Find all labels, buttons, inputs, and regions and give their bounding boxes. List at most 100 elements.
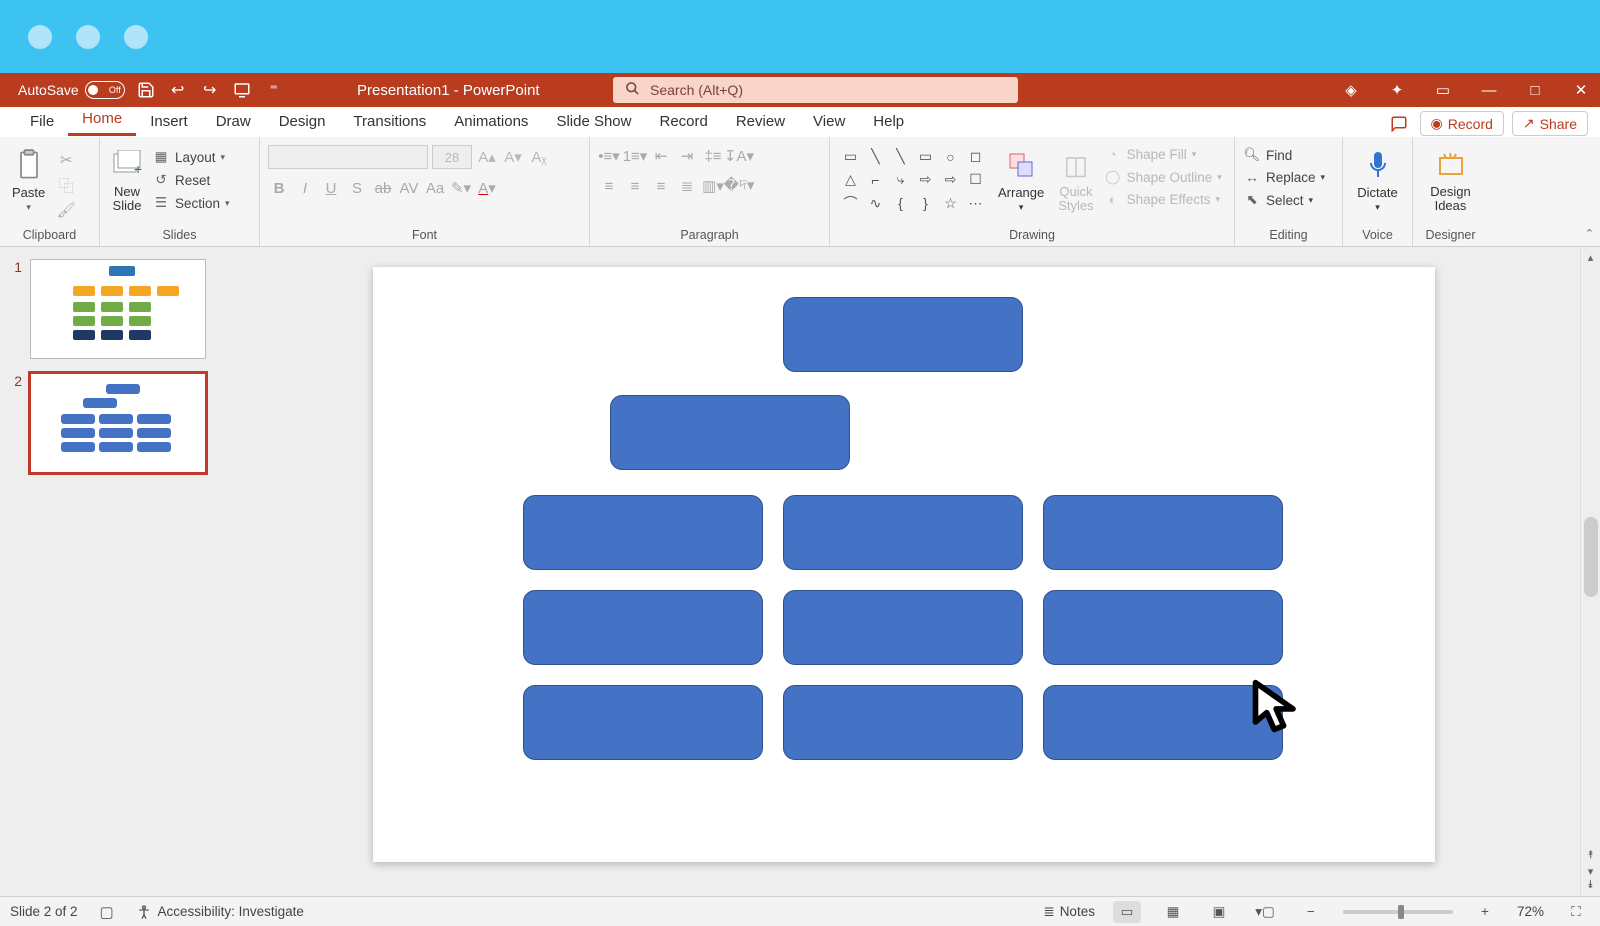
shape-r4c2[interactable] xyxy=(783,590,1023,665)
dictate-button[interactable]: Dictate▾ xyxy=(1353,145,1401,215)
shape-r4c3[interactable] xyxy=(1043,590,1283,665)
accessibility-status[interactable]: Accessibility: Investigate xyxy=(136,904,304,920)
font-color-icon[interactable]: A▾ xyxy=(476,177,498,199)
select-button[interactable]: ⬉Select▾ xyxy=(1243,190,1325,210)
text-direction-icon[interactable]: ↧A▾ xyxy=(728,145,750,167)
redo-icon[interactable]: ↪︎ xyxy=(199,79,221,101)
tab-transitions[interactable]: Transitions xyxy=(339,109,440,136)
italic-icon[interactable]: I xyxy=(294,177,316,199)
slide-counter[interactable]: Slide 2 of 2 xyxy=(10,904,78,919)
notes-button[interactable]: ≣Notes xyxy=(1043,904,1095,920)
shape-outline-button[interactable]: ◯Shape Outline▾ xyxy=(1104,167,1222,187)
window-minimize-dot[interactable] xyxy=(76,25,100,49)
fit-to-window-icon[interactable]: ⛶ xyxy=(1562,901,1590,923)
shapes-gallery[interactable]: ▭╲╲▭○◻ △⌐⤷⇨⇨☐ ⌒∿{}☆⋯ xyxy=(838,145,988,215)
change-case-icon[interactable]: Aa xyxy=(424,177,446,199)
new-slide-button[interactable]: + New Slide xyxy=(108,145,146,216)
thumbnail-1[interactable]: 1 xyxy=(8,259,220,359)
window-restore-icon[interactable]: □ xyxy=(1526,82,1544,99)
align-right-icon[interactable]: ≡ xyxy=(650,175,672,197)
slide-canvas-area[interactable] xyxy=(228,247,1580,896)
line-spacing-icon[interactable]: ‡≡ xyxy=(702,145,724,167)
window-close-dot[interactable] xyxy=(28,25,52,49)
search-box[interactable]: Search (Alt+Q) xyxy=(613,77,1018,103)
tab-help[interactable]: Help xyxy=(859,109,918,136)
tab-review[interactable]: Review xyxy=(722,109,799,136)
shape-r3c2[interactable] xyxy=(783,495,1023,570)
collapse-ribbon-icon[interactable]: ⌃ xyxy=(1585,227,1594,240)
decrease-indent-icon[interactable]: ⇤ xyxy=(650,145,672,167)
tab-file[interactable]: File xyxy=(16,109,68,136)
reading-view-icon[interactable]: ▣ xyxy=(1205,901,1233,923)
format-painter-icon[interactable]: 🖌︎ xyxy=(55,199,77,221)
normal-view-icon[interactable]: ▭ xyxy=(1113,901,1141,923)
scroll-down-icon[interactable]: ▾ xyxy=(1581,865,1600,878)
slide-thumbnails-pane[interactable]: 1 2 xyxy=(0,247,228,896)
thumbnail-2-preview[interactable] xyxy=(30,373,206,473)
increase-font-icon[interactable]: A▴ xyxy=(476,146,498,168)
paste-button[interactable]: Paste ▾ xyxy=(8,145,49,215)
diamond-icon[interactable]: ◈ xyxy=(1342,81,1360,99)
character-spacing-icon[interactable]: AV xyxy=(398,177,420,199)
coming-soon-icon[interactable]: ✦ xyxy=(1388,81,1406,99)
font-name-combo[interactable] xyxy=(268,145,428,169)
scroll-next-slide-icon[interactable]: ⯯ xyxy=(1581,879,1600,892)
zoom-in-icon[interactable]: + xyxy=(1471,901,1499,923)
save-icon[interactable] xyxy=(135,79,157,101)
copy-icon[interactable]: ⿻ xyxy=(55,174,77,196)
bold-icon[interactable]: B xyxy=(268,177,290,199)
strikethrough-icon[interactable]: ab xyxy=(372,177,394,199)
vertical-scrollbar[interactable]: ▴ ⯭ ▾ ⯯ xyxy=(1580,247,1600,896)
reset-button[interactable]: ↺Reset xyxy=(152,170,230,190)
find-button[interactable]: 🔍︎Find xyxy=(1243,145,1325,165)
arrange-button[interactable]: Arrange▾ xyxy=(994,145,1048,215)
shape-r1[interactable] xyxy=(783,297,1023,372)
highlight-icon[interactable]: ✎▾ xyxy=(450,177,472,199)
tab-design[interactable]: Design xyxy=(265,109,340,136)
align-left-icon[interactable]: ≡ xyxy=(598,175,620,197)
justify-icon[interactable]: ≣ xyxy=(676,175,698,197)
smartart-convert-icon[interactable]: �দ▾ xyxy=(728,175,750,197)
ribbon-display-icon[interactable]: ▭ xyxy=(1434,81,1452,99)
undo-icon[interactable]: ↩︎ xyxy=(167,79,189,101)
numbering-icon[interactable]: 1≡▾ xyxy=(624,145,646,167)
thumbnail-2[interactable]: 2 xyxy=(8,373,220,473)
clear-formatting-icon[interactable]: Aᵪ xyxy=(528,146,550,168)
slide-canvas[interactable] xyxy=(373,267,1435,862)
scrollbar-thumb[interactable] xyxy=(1584,517,1598,597)
shape-r3c3[interactable] xyxy=(1043,495,1283,570)
shape-r5c2[interactable] xyxy=(783,685,1023,760)
increase-indent-icon[interactable]: ⇥ xyxy=(676,145,698,167)
layout-button[interactable]: ▦Layout▾ xyxy=(152,147,230,167)
tab-insert[interactable]: Insert xyxy=(136,109,202,136)
slide-sorter-view-icon[interactable]: ▦ xyxy=(1159,901,1187,923)
decrease-font-icon[interactable]: A▾ xyxy=(502,146,524,168)
quick-styles-button[interactable]: ◫ Quick Styles xyxy=(1054,145,1097,216)
bullets-icon[interactable]: •≡▾ xyxy=(598,145,620,167)
align-center-icon[interactable]: ≡ xyxy=(624,175,646,197)
font-size-combo[interactable]: 28 xyxy=(432,145,472,169)
window-zoom-dot[interactable] xyxy=(124,25,148,49)
cut-icon[interactable]: ✂ xyxy=(55,149,77,171)
zoom-out-icon[interactable]: − xyxy=(1297,901,1325,923)
window-close-icon[interactable]: ✕ xyxy=(1572,81,1590,99)
shape-effects-button[interactable]: ◐Shape Effects▾ xyxy=(1104,190,1222,209)
slideshow-view-icon[interactable]: ▾▢ xyxy=(1251,901,1279,923)
design-ideas-button[interactable]: Design Ideas xyxy=(1426,145,1474,216)
shape-r3c1[interactable] xyxy=(523,495,763,570)
shape-r5c1[interactable] xyxy=(523,685,763,760)
shape-fill-button[interactable]: ◔Shape Fill▾ xyxy=(1104,145,1222,164)
zoom-slider[interactable] xyxy=(1343,910,1453,914)
tab-slideshow[interactable]: Slide Show xyxy=(542,109,645,136)
zoom-level[interactable]: 72% xyxy=(1517,904,1544,919)
shape-r2[interactable] xyxy=(610,395,850,470)
replace-button[interactable]: ↔Replace ▾ xyxy=(1243,168,1325,187)
tab-animations[interactable]: Animations xyxy=(440,109,542,136)
status-spell-icon[interactable]: ▢ xyxy=(96,901,118,923)
tab-draw[interactable]: Draw xyxy=(202,109,265,136)
autosave-toggle[interactable]: AutoSave Off xyxy=(18,81,125,99)
columns-icon[interactable]: ▥▾ xyxy=(702,175,724,197)
record-button[interactable]: ◉Record xyxy=(1420,111,1504,136)
window-minimize-icon[interactable]: — xyxy=(1480,82,1498,99)
scroll-prev-slide-icon[interactable]: ⯭ xyxy=(1581,849,1600,862)
